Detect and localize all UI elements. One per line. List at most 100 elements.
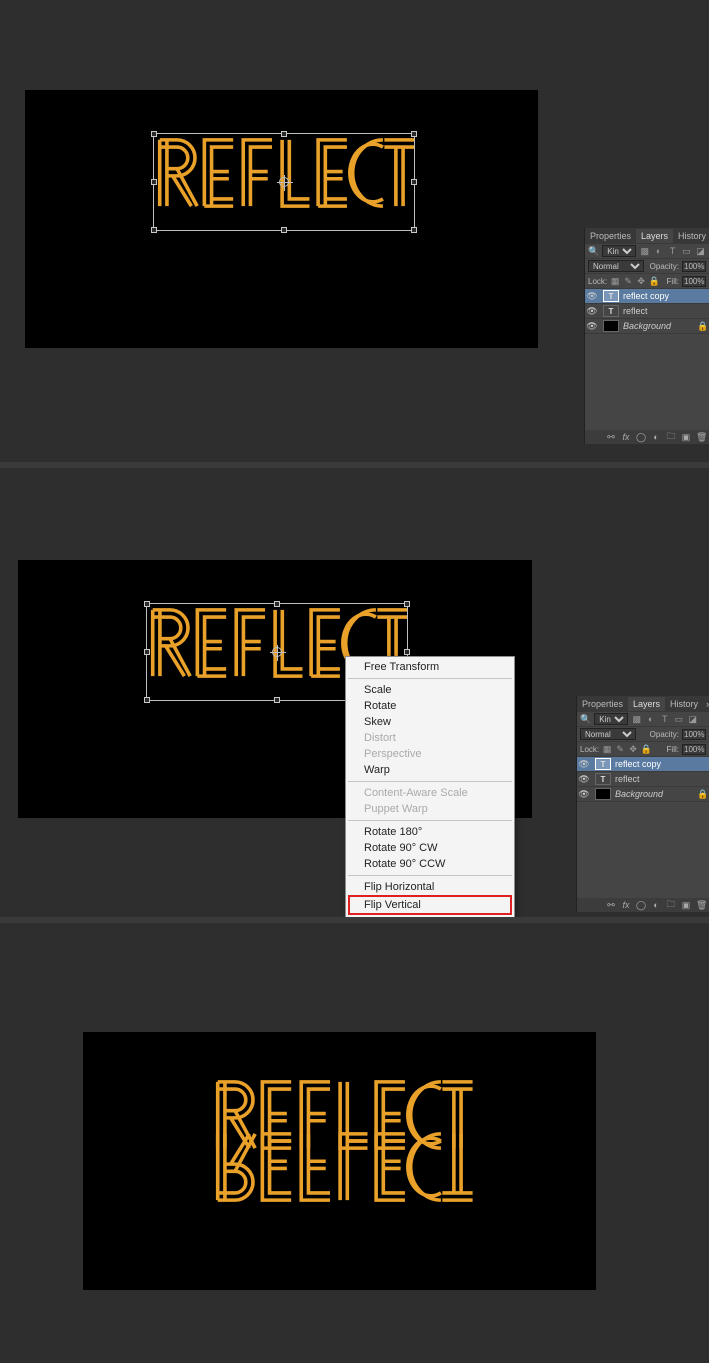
- lock-icon[interactable]: 🔒: [697, 321, 709, 332]
- tab-properties[interactable]: Properties: [585, 229, 636, 243]
- transform-handle[interactable]: [281, 131, 287, 137]
- lock-transparent-icon[interactable]: ▦: [602, 744, 612, 754]
- tab-properties[interactable]: Properties: [577, 697, 628, 711]
- delete-layer-icon[interactable]: 🗑: [696, 900, 706, 911]
- panel-menu-icon[interactable]: »≡: [703, 699, 709, 709]
- filter-type-icon[interactable]: T: [659, 714, 670, 725]
- search-icon: 🔍: [588, 246, 599, 257]
- filter-kind-select[interactable]: Kind: [594, 713, 628, 725]
- lock-transparent-icon[interactable]: ▦: [610, 276, 620, 286]
- new-layer-icon[interactable]: ▣: [681, 432, 691, 443]
- menu-item-distort: Distort: [346, 730, 514, 746]
- transform-pivot-icon[interactable]: [279, 177, 289, 187]
- layer-name[interactable]: Background: [615, 789, 697, 799]
- new-layer-icon[interactable]: ▣: [681, 900, 691, 911]
- link-layers-icon[interactable]: ⚯: [606, 900, 616, 911]
- lock-all-icon[interactable]: 🔒: [641, 744, 651, 754]
- filter-kind-select[interactable]: Kind: [602, 245, 636, 257]
- layer-name[interactable]: Background: [623, 321, 697, 331]
- new-group-icon[interactable]: 🗀: [666, 897, 676, 913]
- transform-handle[interactable]: [404, 649, 410, 655]
- filter-type-icon[interactable]: T: [667, 246, 678, 257]
- lock-position-icon[interactable]: ✥: [636, 276, 646, 286]
- layer-row-reflect-copy[interactable]: 👁 T reflect copy: [577, 757, 709, 772]
- filter-smart-icon[interactable]: ◪: [687, 714, 698, 725]
- tab-history[interactable]: History: [673, 229, 709, 243]
- menu-item-rotate-180[interactable]: Rotate 180°: [346, 824, 514, 840]
- new-adjustment-icon[interactable]: ◐: [651, 432, 661, 442]
- lock-image-icon[interactable]: ✎: [615, 744, 625, 754]
- transform-handle[interactable]: [274, 697, 280, 703]
- transform-handle[interactable]: [144, 601, 150, 607]
- filter-pixel-icon[interactable]: ▩: [639, 246, 650, 257]
- visibility-toggle-icon[interactable]: 👁: [577, 789, 591, 800]
- new-adjustment-icon[interactable]: ◐: [651, 900, 661, 910]
- menu-item-flip-horizontal[interactable]: Flip Horizontal: [346, 879, 514, 895]
- menu-item-skew[interactable]: Skew: [346, 714, 514, 730]
- menu-item-rotate-90-cw[interactable]: Rotate 90° CW: [346, 840, 514, 856]
- layer-row-reflect-copy[interactable]: 👁 T reflect copy: [585, 289, 709, 304]
- tab-layers[interactable]: Layers: [636, 229, 673, 243]
- text-layer-reflect-copy-flipped[interactable]: [213, 1131, 473, 1203]
- transform-handle[interactable]: [281, 227, 287, 233]
- add-mask-icon[interactable]: ◯: [636, 432, 646, 443]
- visibility-toggle-icon[interactable]: 👁: [585, 291, 599, 302]
- blend-mode-select[interactable]: Normal: [588, 260, 644, 272]
- opacity-value[interactable]: 100%: [682, 729, 706, 740]
- add-mask-icon[interactable]: ◯: [636, 900, 646, 911]
- tab-history[interactable]: History: [665, 697, 703, 711]
- layer-name[interactable]: reflect: [615, 774, 709, 784]
- tab-layers[interactable]: Layers: [628, 697, 665, 711]
- blend-mode-select[interactable]: Normal: [580, 728, 636, 740]
- document-canvas[interactable]: [25, 90, 538, 348]
- lock-icon[interactable]: 🔒: [697, 789, 709, 800]
- menu-item-warp[interactable]: Warp: [346, 762, 514, 778]
- layer-name[interactable]: reflect: [623, 306, 709, 316]
- filter-adjust-icon[interactable]: ◐: [645, 714, 656, 725]
- fx-icon[interactable]: fx: [621, 432, 631, 442]
- layer-name[interactable]: reflect copy: [615, 759, 709, 769]
- transform-handle[interactable]: [404, 601, 410, 607]
- filter-shape-icon[interactable]: ▭: [673, 714, 684, 725]
- filter-smart-icon[interactable]: ◪: [695, 246, 706, 257]
- layer-row-background[interactable]: 👁 Background 🔒: [585, 319, 709, 334]
- delete-layer-icon[interactable]: 🗑: [696, 432, 706, 443]
- visibility-toggle-icon[interactable]: 👁: [585, 306, 599, 317]
- transform-handle[interactable]: [144, 649, 150, 655]
- new-group-icon[interactable]: 🗀: [666, 429, 676, 445]
- menu-item-free-transform[interactable]: Free Transform: [346, 659, 514, 675]
- layer-row-background[interactable]: 👁 Background 🔒: [577, 787, 709, 802]
- fx-icon[interactable]: fx: [621, 900, 631, 910]
- link-layers-icon[interactable]: ⚯: [606, 432, 616, 443]
- transform-handle[interactable]: [411, 179, 417, 185]
- transform-handle[interactable]: [151, 179, 157, 185]
- transform-handle[interactable]: [151, 227, 157, 233]
- lock-all-icon[interactable]: 🔒: [649, 276, 659, 286]
- layer-name[interactable]: reflect copy: [623, 291, 709, 301]
- transform-pivot-icon[interactable]: [272, 647, 282, 657]
- transform-handle[interactable]: [274, 601, 280, 607]
- filter-pixel-icon[interactable]: ▩: [631, 714, 642, 725]
- visibility-toggle-icon[interactable]: 👁: [577, 759, 591, 770]
- menu-item-flip-vertical[interactable]: Flip Vertical: [348, 895, 512, 915]
- lock-image-icon[interactable]: ✎: [623, 276, 633, 286]
- filter-adjust-icon[interactable]: ◐: [653, 246, 664, 257]
- layer-row-reflect[interactable]: 👁 T reflect: [585, 304, 709, 319]
- filter-shape-icon[interactable]: ▭: [681, 246, 692, 257]
- layer-row-reflect[interactable]: 👁 T reflect: [577, 772, 709, 787]
- transform-handle[interactable]: [151, 131, 157, 137]
- visibility-toggle-icon[interactable]: 👁: [577, 774, 591, 785]
- transform-handle[interactable]: [411, 227, 417, 233]
- transform-handle[interactable]: [144, 697, 150, 703]
- opacity-value[interactable]: 100%: [682, 261, 706, 272]
- menu-item-rotate[interactable]: Rotate: [346, 698, 514, 714]
- fill-value[interactable]: 100%: [682, 744, 706, 755]
- visibility-toggle-icon[interactable]: 👁: [585, 321, 599, 332]
- transform-bounding-box[interactable]: [153, 133, 415, 231]
- menu-item-scale[interactable]: Scale: [346, 682, 514, 698]
- document-canvas[interactable]: [83, 1032, 596, 1290]
- menu-item-rotate-90-ccw[interactable]: Rotate 90° CCW: [346, 856, 514, 872]
- lock-position-icon[interactable]: ✥: [628, 744, 638, 754]
- transform-handle[interactable]: [411, 131, 417, 137]
- fill-value[interactable]: 100%: [682, 276, 706, 287]
